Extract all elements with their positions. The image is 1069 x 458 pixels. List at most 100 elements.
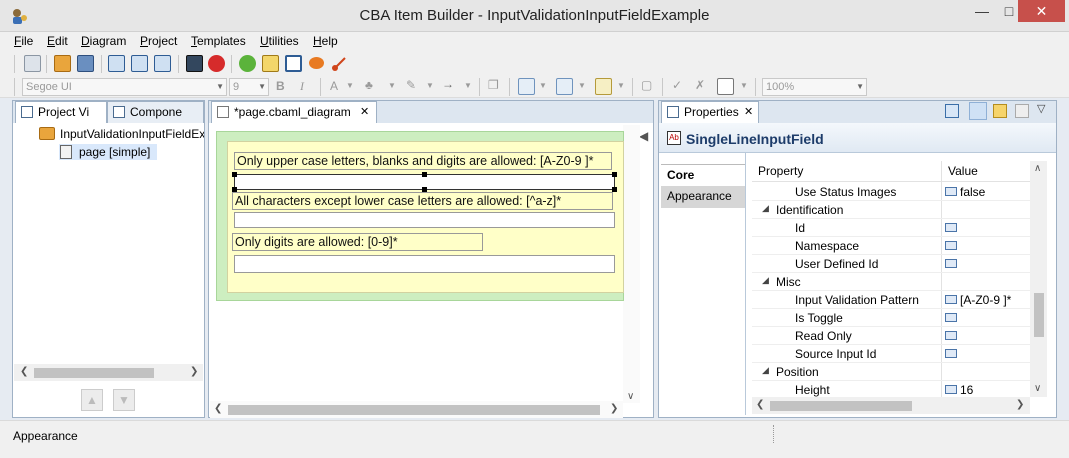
text-label-3[interactable]: Only digits are allowed: [0-9]* [232, 233, 483, 251]
menu-file[interactable]: File [14, 34, 33, 48]
property-row-source-input-id[interactable]: Source Input Id [752, 345, 1030, 363]
input-field-2[interactable] [234, 212, 615, 228]
chevron-down-icon[interactable]: ▼ [578, 81, 586, 90]
categories-icon[interactable] [969, 102, 987, 120]
scroll-down-icon[interactable]: ∨ [627, 391, 634, 402]
run-icon[interactable] [239, 55, 256, 72]
properties-horizontal-scrollbar[interactable]: ❮ ❯ [752, 397, 1030, 414]
scroll-left-icon[interactable]: ❮ [756, 399, 764, 410]
value-column-header[interactable]: Value [948, 164, 978, 178]
close-button[interactable]: ✕ [1018, 0, 1065, 22]
export-icon[interactable] [131, 55, 148, 72]
size-icon[interactable] [717, 78, 734, 95]
property-row-use-status-images[interactable]: Use Status Images false [752, 183, 1030, 201]
bold-button[interactable]: B [276, 79, 285, 93]
edit-icon[interactable] [262, 55, 279, 72]
scroll-right-icon[interactable]: ❯ [1016, 399, 1024, 410]
collapse-toggle-icon[interactable]: ◢ [762, 365, 769, 376]
menu-help[interactable]: Help [313, 34, 338, 48]
preview-icon[interactable] [186, 55, 203, 72]
font-family-select[interactable]: Segoe UI ▼ [22, 78, 227, 96]
property-row-user-defined-id[interactable]: User Defined Id [752, 255, 1030, 273]
property-group-misc[interactable]: ◢ Misc [752, 273, 1030, 291]
distribute-icon[interactable] [595, 78, 612, 95]
new-icon[interactable] [24, 55, 41, 72]
chevron-down-icon[interactable]: ▼ [539, 81, 547, 90]
close-tab-icon[interactable]: ✕ [744, 102, 753, 123]
chevron-down-icon[interactable]: ▼ [464, 81, 472, 90]
italic-button[interactable]: I [300, 79, 304, 94]
property-row-input-validation-pattern[interactable]: Input Validation Pattern [A-Z0-9 ]* [752, 291, 1030, 309]
vertical-scrollbar[interactable]: ∨ [623, 125, 640, 403]
selection-handle[interactable] [232, 172, 237, 177]
tab-components[interactable]: Compone [107, 101, 204, 123]
route-delete-icon[interactable]: ✗ [695, 78, 705, 92]
fill-color-icon[interactable]: ♣ [365, 78, 373, 92]
scroll-left-icon[interactable]: ❮ [214, 403, 222, 414]
chevron-down-icon[interactable]: ▼ [426, 81, 434, 90]
scroll-up-icon[interactable]: ∧ [1034, 163, 1041, 174]
restore-default-icon[interactable] [1015, 104, 1029, 118]
collapse-toggle-icon[interactable]: ◢ [762, 203, 769, 214]
copy-format-icon[interactable]: ❐ [488, 78, 499, 92]
scroll-down-icon[interactable]: ∨ [1034, 383, 1041, 394]
close-tab-icon[interactable]: ✕ [360, 102, 369, 123]
menu-edit[interactable]: Edit [47, 34, 68, 48]
view-menu-icon[interactable]: ▽ [1037, 102, 1045, 115]
arrow-style-icon[interactable]: → [442, 77, 454, 91]
layout-icon[interactable] [285, 55, 302, 72]
property-row-read-only[interactable]: Read Only [752, 327, 1030, 345]
tab-page-diagram[interactable]: *page.cbaml_diagram ✕ [211, 101, 377, 123]
ellipse-icon[interactable] [309, 57, 324, 69]
filter-icon[interactable] [993, 104, 1007, 118]
palette-toggle-icon[interactable]: ◀ [639, 129, 648, 143]
scroll-right-icon[interactable]: ❯ [190, 366, 198, 377]
scroll-right-icon[interactable]: ❯ [610, 403, 618, 414]
property-value[interactable]: [A-Z0-9 ]* [942, 293, 1011, 307]
selection-handle[interactable] [422, 172, 427, 177]
collapse-toggle-icon[interactable]: ◢ [762, 275, 769, 286]
property-row-is-toggle[interactable]: Is Toggle [752, 309, 1030, 327]
save-icon[interactable] [77, 55, 94, 72]
tree-item-page[interactable]: page [simple] [59, 144, 157, 160]
chevron-down-icon[interactable]: ▼ [388, 81, 396, 90]
input-field-3[interactable] [234, 255, 615, 273]
open-project-icon[interactable] [54, 55, 71, 72]
export-all-icon[interactable] [154, 55, 171, 72]
group-icon[interactable]: ▢ [641, 78, 652, 92]
menu-project[interactable]: Project [140, 34, 177, 48]
category-tab-appearance[interactable]: Appearance [661, 186, 745, 208]
chevron-down-icon[interactable]: ▼ [617, 81, 625, 90]
scrollbar-thumb[interactable] [770, 401, 912, 411]
connector-icon[interactable] [331, 55, 348, 72]
tab-project-view[interactable]: Project Vi [15, 101, 107, 123]
pin-icon[interactable] [945, 104, 959, 118]
menu-utilities[interactable]: Utilities [260, 34, 299, 48]
scroll-left-icon[interactable]: ❮ [20, 366, 28, 377]
properties-vertical-scrollbar[interactable]: ∧ ∨ [1030, 161, 1047, 397]
selection-handle[interactable] [612, 172, 617, 177]
text-label-1[interactable]: Only upper case letters, blanks and digi… [234, 152, 612, 170]
import-icon[interactable] [108, 55, 125, 72]
text-label-2[interactable]: All characters except lower case letters… [232, 192, 613, 210]
scrollbar-thumb[interactable] [1034, 293, 1044, 337]
property-group-position[interactable]: ◢ Position [752, 363, 1030, 381]
property-row-id[interactable]: Id [752, 219, 1030, 237]
scrollbar-thumb[interactable] [34, 368, 154, 378]
category-tab-core[interactable]: Core [661, 164, 745, 186]
move-down-icon[interactable]: ▼ [113, 389, 135, 411]
property-value[interactable]: false [942, 185, 985, 199]
tab-properties[interactable]: Properties ✕ [661, 101, 759, 123]
property-row-namespace[interactable]: Namespace [752, 237, 1030, 255]
font-size-select[interactable]: 9 ▼ [229, 78, 269, 96]
zoom-select[interactable]: 100% ▼ [762, 78, 867, 96]
minimize-button[interactable]: — [967, 0, 997, 22]
move-up-icon[interactable]: ▲ [81, 389, 103, 411]
chevron-down-icon[interactable]: ▼ [740, 81, 748, 90]
horizontal-scrollbar[interactable]: ❮ ❯ [14, 364, 203, 381]
font-color-button[interactable]: A [330, 79, 338, 93]
align-icon[interactable] [556, 78, 573, 95]
chevron-down-icon[interactable]: ▼ [346, 81, 354, 90]
property-group-identification[interactable]: ◢ Identification [752, 201, 1030, 219]
horizontal-scrollbar[interactable]: ❮ ❯ [210, 401, 623, 418]
